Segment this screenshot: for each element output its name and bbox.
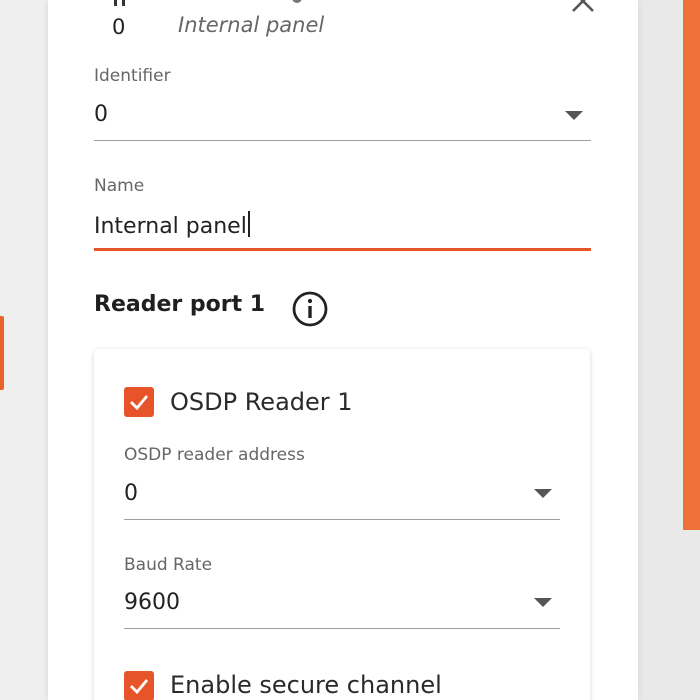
name-input-value: Internal panel (94, 214, 247, 239)
chevron-down-icon[interactable] (534, 598, 552, 607)
chevron-down-icon[interactable] (534, 489, 552, 498)
info-icon[interactable] (291, 290, 329, 328)
header-number: 0 (112, 15, 126, 39)
header-title-fragment (292, 0, 302, 3)
edit-panel: 0 Internal panel Identifier 0 Name Inter… (48, 0, 638, 700)
hash-icon (114, 0, 125, 6)
osdp-address-label: OSDP reader address (124, 445, 305, 465)
secure-channel-label: Enable secure channel (170, 671, 442, 699)
chevron-down-icon[interactable] (565, 111, 583, 120)
reader-port-card: OSDP Reader 1 OSDP reader address 0 Baud… (94, 349, 590, 700)
osdp-address-underline (124, 519, 560, 520)
header-subtitle: Internal panel (178, 13, 325, 37)
identifier-underline (94, 140, 591, 141)
baud-rate-underline (124, 628, 560, 629)
check-icon (130, 679, 149, 695)
reader-port-title: Reader port 1 (94, 292, 266, 317)
left-background (0, 0, 48, 700)
name-label: Name (94, 176, 145, 196)
name-underline-focused (94, 248, 591, 251)
name-input[interactable]: Internal panel (94, 211, 250, 239)
text-cursor (247, 211, 250, 237)
osdp-address-select[interactable]: 0 (124, 481, 138, 506)
left-nav-active-indicator (0, 316, 4, 390)
secure-channel-checkbox[interactable] (124, 671, 154, 700)
osdp-reader-checkbox[interactable] (124, 387, 154, 417)
identifier-select[interactable]: 0 (94, 102, 108, 127)
check-icon (130, 395, 149, 411)
identifier-label: Identifier (94, 66, 171, 86)
close-icon[interactable] (570, 0, 596, 14)
osdp-reader-label: OSDP Reader 1 (170, 388, 353, 416)
right-scrollbar[interactable] (683, 0, 700, 530)
baud-rate-label: Baud Rate (124, 555, 213, 575)
baud-rate-select[interactable]: 9600 (124, 590, 180, 615)
